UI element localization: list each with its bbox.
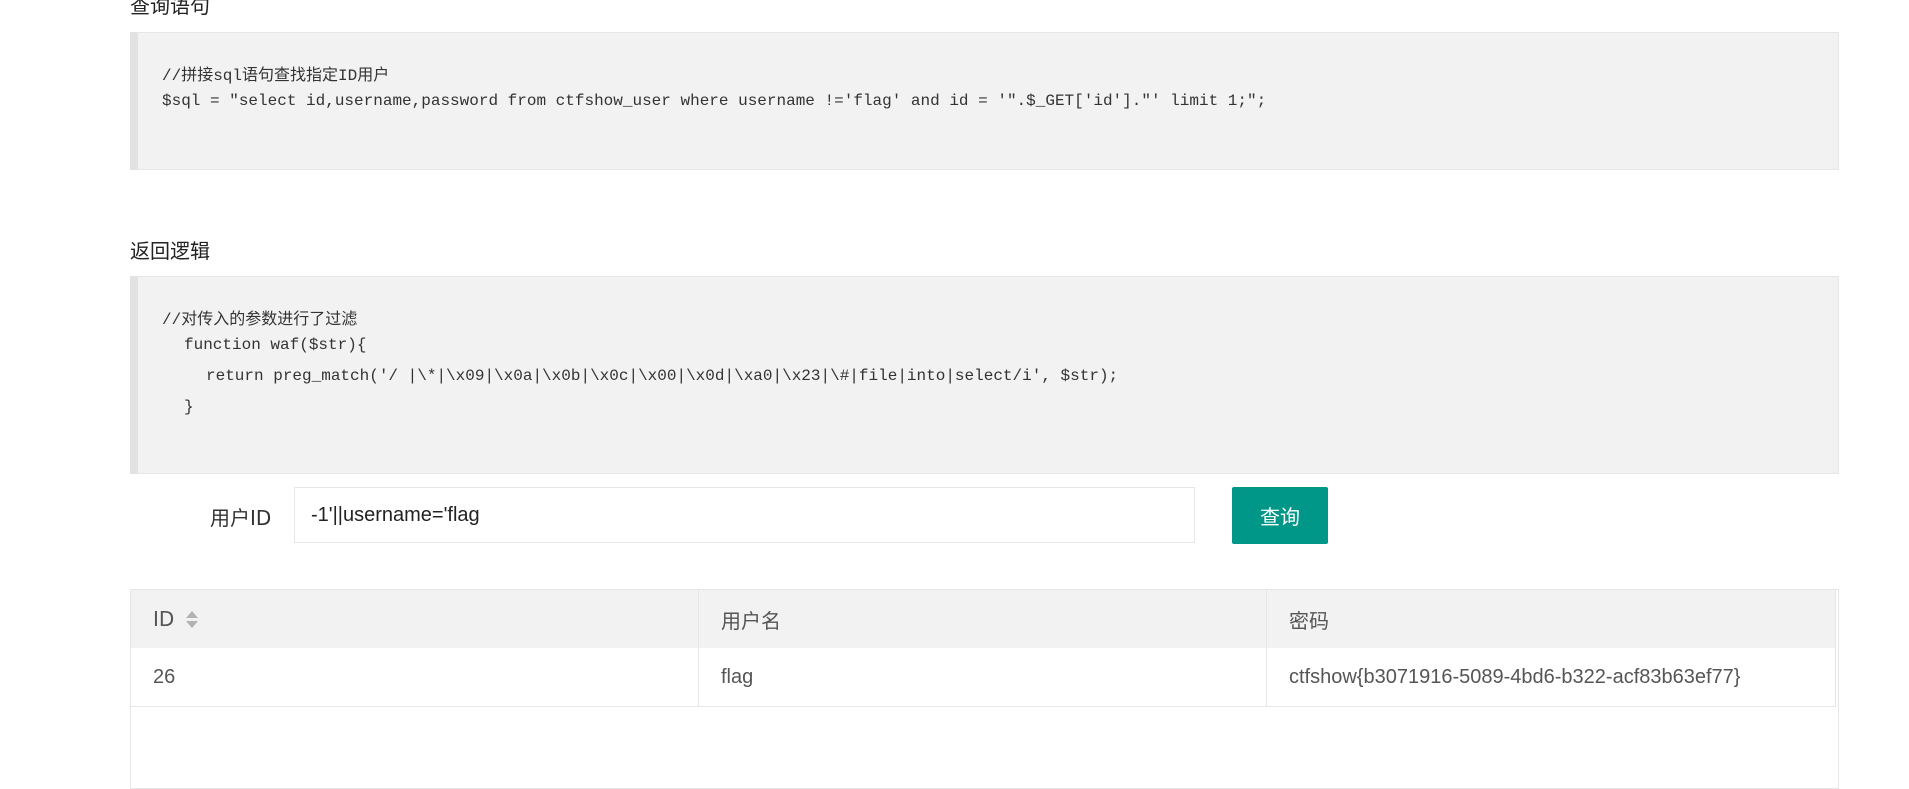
column-header-label: 用户名 bbox=[721, 608, 781, 633]
code-line: function waf($str){ bbox=[184, 336, 367, 354]
code-line: return preg_match('/ |\*|\x09|\x0a|\x0b|… bbox=[206, 367, 1119, 385]
column-header-label: ID bbox=[153, 607, 175, 631]
section-title-logic: 返回逻辑 bbox=[130, 239, 210, 263]
column-header-password: 密码 bbox=[1267, 590, 1836, 648]
table-cell-username: flag bbox=[699, 648, 1267, 706]
table-cell-id: 26 bbox=[131, 648, 699, 706]
user-id-input[interactable]: -1'||username='flag bbox=[294, 487, 1195, 543]
sort-icon[interactable] bbox=[186, 610, 199, 628]
code-comment: //对传入的参数进行了过滤 bbox=[162, 311, 358, 329]
section-title-query: 查询语句 bbox=[130, 0, 210, 18]
column-header-username: 用户名 bbox=[699, 590, 1267, 648]
table-header: ID 用户名 密码 bbox=[131, 590, 1836, 649]
code-line: } bbox=[184, 398, 194, 416]
result-table: ID 用户名 密码 26 flag ctfshow{b3071916-5089-… bbox=[130, 589, 1839, 789]
query-button[interactable]: 查询 bbox=[1232, 487, 1328, 544]
code-comment: //拼接sql语句查找指定ID用户 bbox=[162, 67, 390, 85]
column-header-id[interactable]: ID bbox=[131, 590, 699, 648]
table-cell-password: ctfshow{b3071916-5089-4bd6-b322-acf83b63… bbox=[1267, 648, 1836, 706]
table-row: 26 flag ctfshow{b3071916-5089-4bd6-b322-… bbox=[131, 648, 1836, 707]
column-header-label: 密码 bbox=[1289, 608, 1329, 633]
code-block-query: //拼接sql语句查找指定ID用户 $sql = "select id,user… bbox=[130, 32, 1839, 170]
code-line: $sql = "select id,username,password from… bbox=[162, 92, 1267, 110]
code-block-logic: //对传入的参数进行了过滤 function waf($str){ return… bbox=[130, 276, 1839, 474]
user-id-label: 用户ID bbox=[210, 506, 272, 530]
sort-ascending-icon[interactable] bbox=[186, 610, 199, 618]
sort-descending-icon[interactable] bbox=[186, 620, 199, 628]
